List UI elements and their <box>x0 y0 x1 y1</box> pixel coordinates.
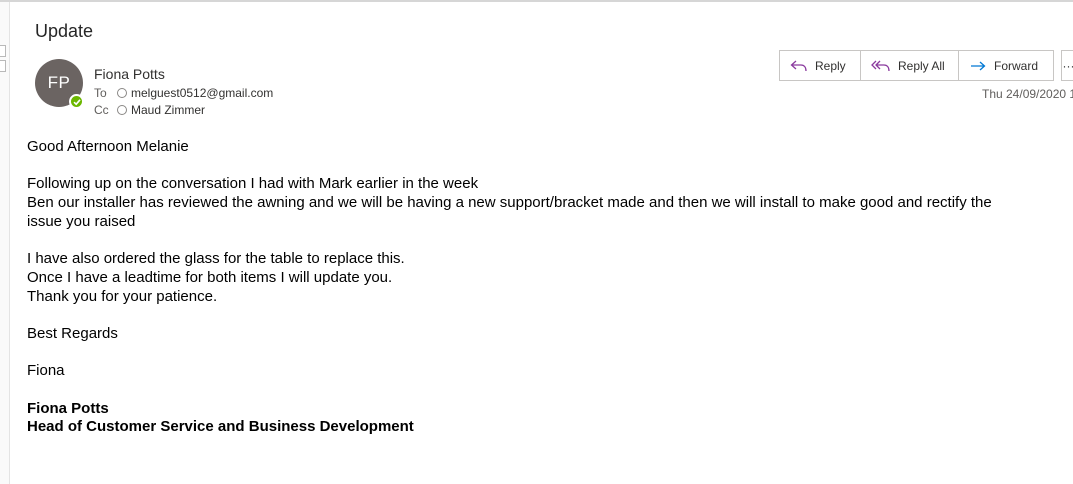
body-line: issue you raised <box>27 212 136 230</box>
presence-available-icon <box>69 94 84 109</box>
avatar-initials: FP <box>47 73 71 92</box>
pane-handle[interactable] <box>0 45 6 57</box>
top-border <box>0 0 1073 2</box>
sender-name[interactable]: Fiona Potts <box>94 66 165 82</box>
to-label: To <box>94 86 107 100</box>
body-line: Thank you for your patience. <box>27 287 218 305</box>
email-subject: Update <box>35 21 94 41</box>
recipient-status-icon <box>117 105 127 115</box>
cc-label: Cc <box>94 103 109 117</box>
body-line: Ben our installer has reviewed the awnin… <box>27 194 992 212</box>
body-closing: Best Regards <box>27 324 118 342</box>
body-line: Once I have a leadtime for both items I … <box>27 268 393 286</box>
pane-handle[interactable] <box>0 60 6 72</box>
forward-icon <box>971 61 986 70</box>
forward-button[interactable]: Forward <box>959 51 1053 80</box>
email-body: Good Afternoon Melanie Following up on t… <box>27 138 1073 437</box>
more-actions-button[interactable]: ··· <box>1061 50 1073 81</box>
reply-button[interactable]: Reply <box>780 51 861 80</box>
reply-all-label: Reply All <box>898 58 945 73</box>
message-actions: Reply Reply All Forward <box>779 50 1054 81</box>
to-recipient[interactable]: melguest0512@gmail.com <box>131 86 273 100</box>
signature-first-name: Fiona <box>27 362 65 380</box>
more-icon: ··· <box>1062 58 1073 73</box>
reply-label: Reply <box>815 58 846 73</box>
reply-icon <box>790 60 807 71</box>
left-pane-edge[interactable] <box>0 2 10 484</box>
reply-all-button[interactable]: Reply All <box>861 51 959 80</box>
email-date: Thu 24/09/2020 1 <box>982 87 1073 101</box>
body-greeting: Good Afternoon Melanie <box>27 138 189 155</box>
forward-label: Forward <box>994 58 1039 73</box>
recipient-status-icon <box>117 88 127 98</box>
to-row: To melguest0512@gmail.com <box>94 86 273 100</box>
signature-name: Fiona Potts <box>27 399 109 417</box>
body-line: I have also ordered the glass for the ta… <box>27 250 405 268</box>
body-line: Following up on the conversation I had w… <box>27 175 479 193</box>
signature-title: Head of Customer Service and Business De… <box>27 418 414 436</box>
reply-all-icon <box>871 60 890 71</box>
cc-row: Cc Maud Zimmer <box>94 103 205 117</box>
cc-recipient[interactable]: Maud Zimmer <box>131 103 205 117</box>
